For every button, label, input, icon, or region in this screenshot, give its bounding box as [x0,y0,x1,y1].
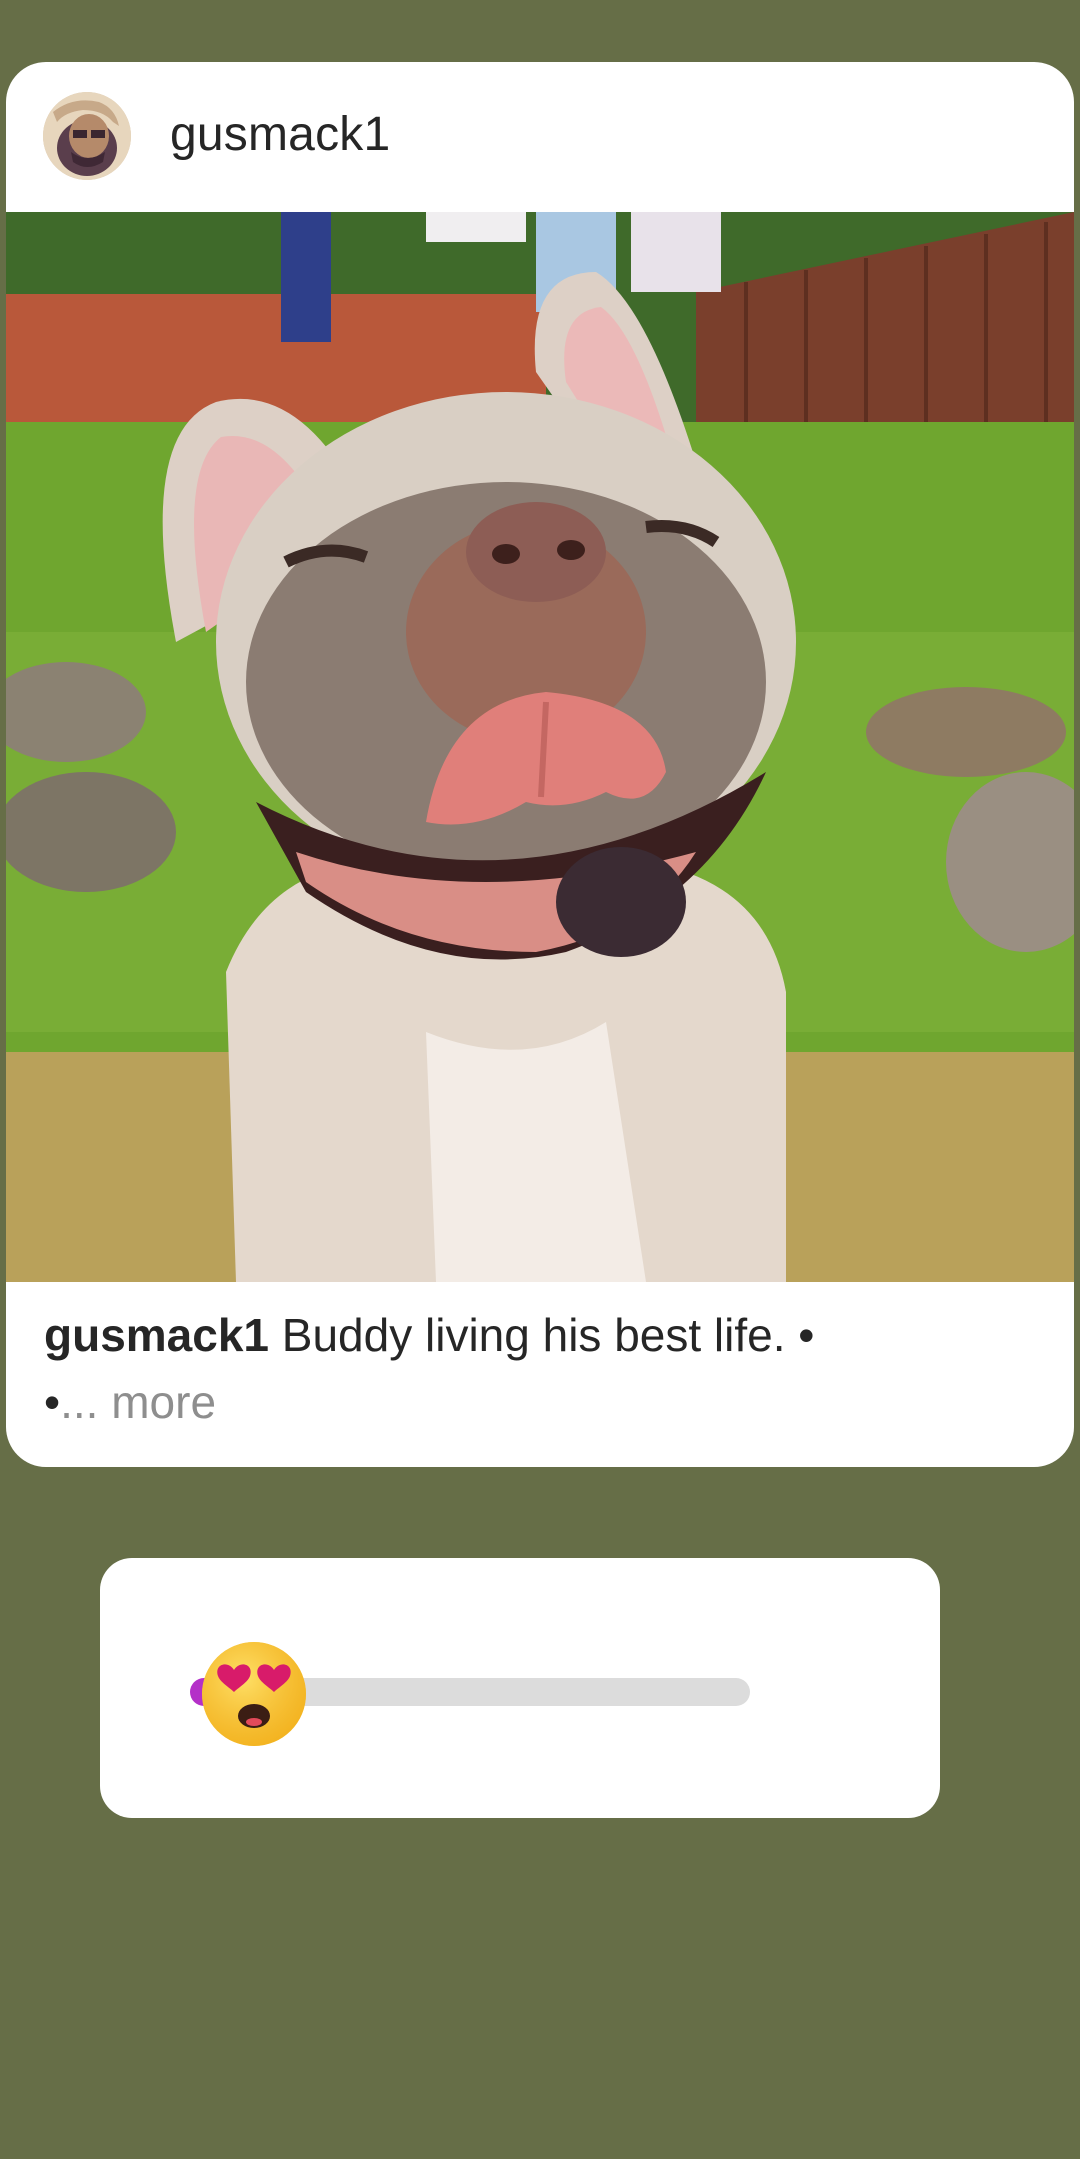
slider-track[interactable] [290,1678,750,1706]
post-photo [6,212,1074,1282]
heart-eyes-emoji-icon[interactable] [200,1640,308,1748]
dog-photo-image [6,212,1074,1282]
emoji-slider-sticker[interactable] [100,1558,940,1818]
avatar-image [43,92,131,180]
caption-line-2: • [44,1376,61,1428]
post-header: gusmack1 [6,62,1074,212]
post-caption: gusmack1 Buddy living his best life. • •… [44,1302,1044,1436]
shared-post-card[interactable]: gusmack1 gusmack1 Buddy living his best … [6,62,1074,1467]
caption-more-link[interactable]: ... more [60,1376,216,1428]
caption-text: Buddy living his best life. • [269,1309,815,1361]
avatar[interactable] [43,92,131,180]
caption-username[interactable]: gusmack1 [44,1309,269,1361]
story-screen: gusmack1 gusmack1 Buddy living his best … [0,0,1080,2159]
post-username[interactable]: gusmack1 [170,107,390,163]
